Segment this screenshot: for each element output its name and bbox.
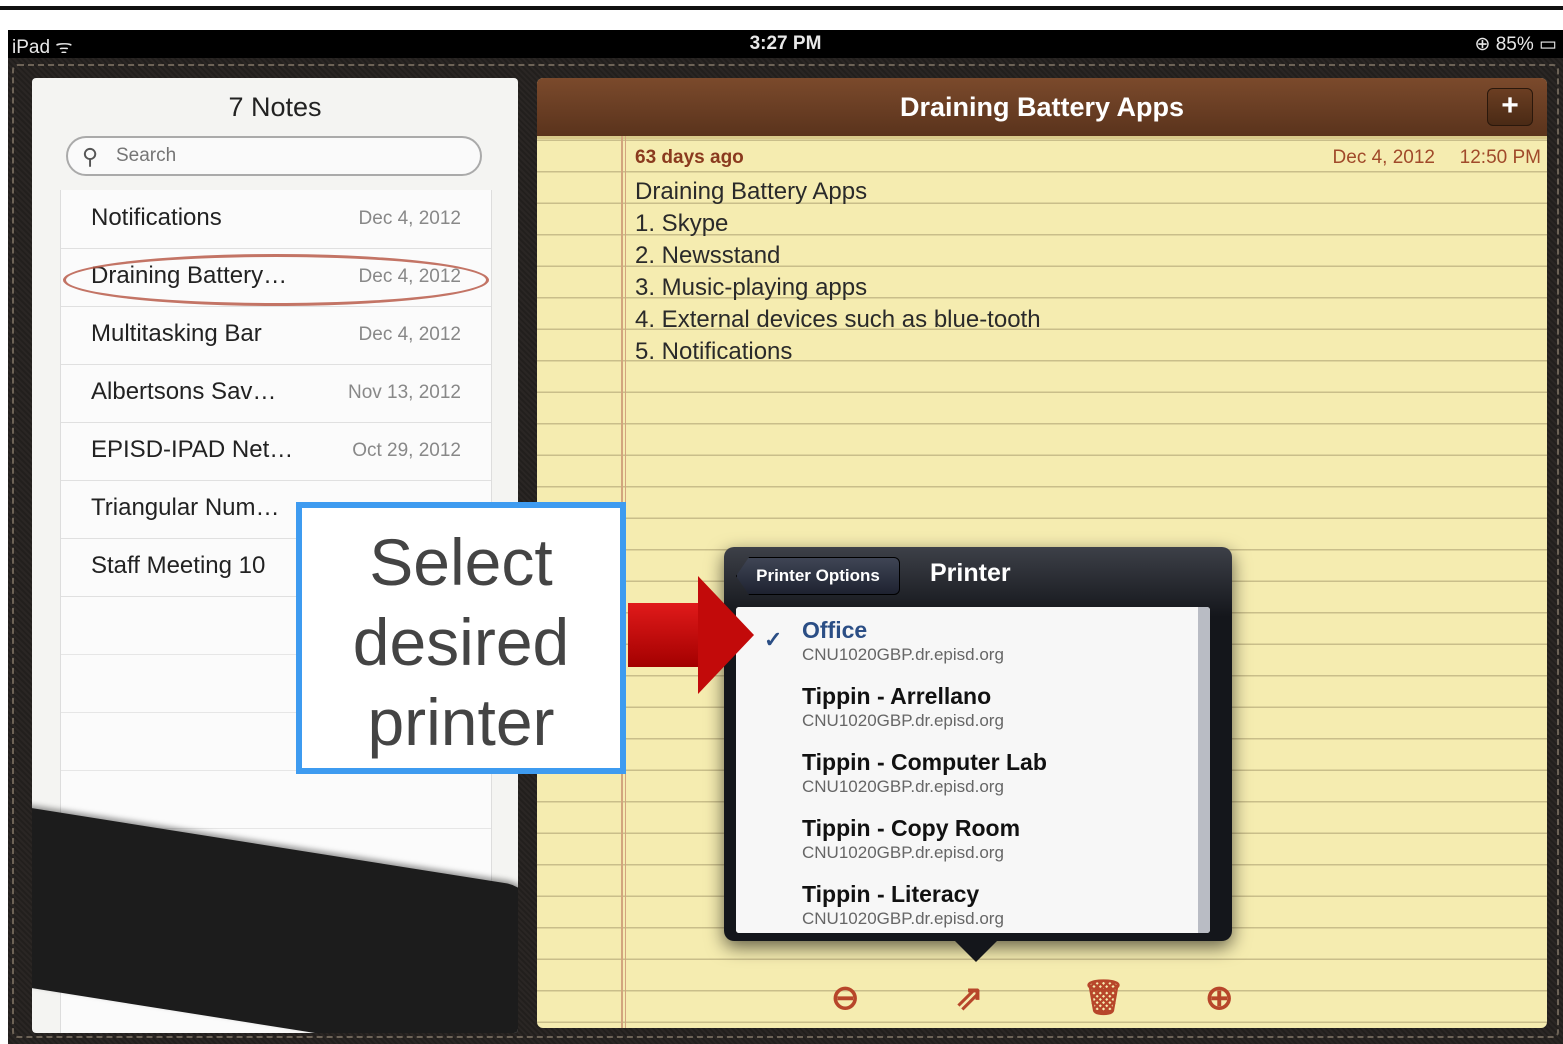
note-title: Notifications [91, 204, 222, 231]
callout-line: Select [369, 525, 553, 599]
list-item[interactable]: EPISD-IPAD Net… Oct 29, 2012 [61, 422, 491, 481]
next-note-icon[interactable]: ⊕ [1205, 978, 1234, 1018]
printer-option-arrellano[interactable]: Tippin - Arrellano CNU1020GBP.dr.episd.o… [736, 673, 1198, 740]
highlight-circle [63, 254, 489, 306]
instruction-callout: Select desired printer [296, 502, 626, 774]
note-body-line[interactable]: Draining Battery Apps [635, 178, 867, 206]
note-title: EPISD-IPAD Net… [91, 436, 294, 463]
battery-indicator: ⊕ 85% ▭ [1474, 34, 1557, 55]
note-date: Nov 13, 2012 [347, 382, 461, 403]
note-title: Staff Meeting 10 [91, 552, 266, 579]
list-item[interactable]: Notifications Dec 4, 2012 [61, 190, 491, 249]
printer-host: CNU1020GBP.dr.episd.org [802, 711, 1004, 730]
printer-options-back-button[interactable]: Printer Options [736, 557, 900, 595]
printer-name: Tippin - Arrellano [802, 683, 992, 709]
trash-icon[interactable]: 🗑 [1082, 978, 1125, 1018]
checkmark-icon: ✓ [764, 627, 783, 652]
search-icon: ⚲ [82, 144, 99, 169]
printer-name: Tippin - Computer Lab [802, 749, 1047, 775]
printer-list: ✓ Office CNU1020GBP.dr.episd.org Tippin … [736, 607, 1210, 933]
note-body-line[interactable]: 4. External devices such as blue-tooth [635, 306, 1041, 334]
printer-host: CNU1020GBP.dr.episd.org [802, 645, 1004, 664]
printer-host: CNU1020GBP.dr.episd.org [802, 843, 1004, 862]
notes-count-title: 7 Notes [228, 92, 322, 122]
popover-title: Printer [930, 559, 1011, 587]
note-date: Dec 4, 2012 [1332, 147, 1435, 168]
printer-name: Office [802, 617, 868, 643]
callout-line: printer [367, 685, 555, 759]
scrollbar[interactable] [1198, 607, 1210, 933]
red-arrow-icon [698, 576, 754, 694]
top-border [0, 6, 1563, 10]
list-item[interactable]: Albertsons Sav… Nov 13, 2012 [61, 364, 491, 423]
note-body-line[interactable]: 1. Skype [635, 210, 728, 238]
callout-line: desired [352, 605, 570, 679]
note-body-line[interactable]: 5. Notifications [635, 338, 792, 366]
printer-option-office[interactable]: ✓ Office CNU1020GBP.dr.episd.org [736, 607, 1198, 674]
printer-option-computer-lab[interactable]: Tippin - Computer Lab CNU1020GBP.dr.epis… [736, 739, 1198, 806]
note-title: Multitasking Bar [91, 320, 262, 347]
search-field[interactable]: ⚲ [66, 136, 482, 176]
printer-option-literacy[interactable]: Tippin - Literacy CNU1020GBP.dr.episd.or… [736, 871, 1198, 933]
list-item[interactable]: Multitasking Bar Dec 4, 2012 [61, 306, 491, 365]
popover-pointer [954, 940, 998, 962]
note-header-title: Draining Battery Apps [899, 92, 1185, 122]
note-age: 63 days ago [635, 147, 744, 168]
note-date: Dec 4, 2012 [358, 324, 461, 345]
status-bar: iPad ᯤ 3:27 PM ⊕ 85% ▭ [8, 30, 1563, 58]
note-body-line[interactable]: 3. Music-playing apps [635, 274, 867, 302]
note-title: Albertsons Sav… [91, 378, 277, 405]
printer-name: Tippin - Copy Room [802, 815, 1021, 841]
note-header: Draining Battery Apps + [537, 78, 1547, 139]
note-title: Triangular Num… [91, 494, 280, 521]
printer-option-copy-room[interactable]: Tippin - Copy Room CNU1020GBP.dr.episd.o… [736, 805, 1198, 872]
callout-text: Select desired printer [302, 522, 620, 762]
printer-name: Tippin - Literacy [802, 881, 980, 907]
empty-row [61, 770, 491, 829]
note-time: 12:50 PM [1459, 147, 1541, 168]
printer-host: CNU1020GBP.dr.episd.org [802, 909, 1004, 928]
search-input[interactable] [114, 144, 458, 168]
note-date: Dec 4, 2012 [358, 208, 461, 229]
note-body-line[interactable]: 2. Newsstand [635, 242, 780, 270]
add-note-button[interactable]: + [1487, 88, 1533, 126]
printer-popover: Printer Options Printer ✓ Office CNU1020… [724, 547, 1232, 941]
previous-note-icon[interactable]: ⊖ [831, 978, 860, 1018]
note-date: Oct 29, 2012 [352, 440, 461, 461]
printer-host: CNU1020GBP.dr.episd.org [802, 777, 1004, 796]
clock: 3:27 PM [749, 33, 822, 54]
share-icon[interactable]: ⇗ [955, 978, 984, 1018]
